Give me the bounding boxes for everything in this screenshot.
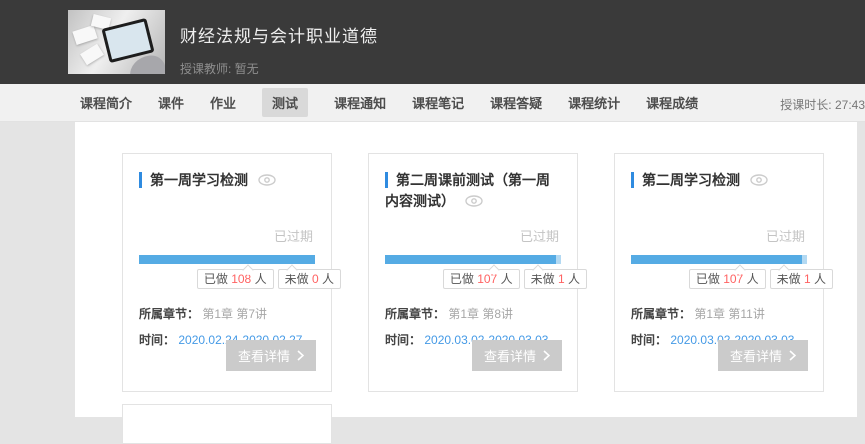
test-card: 第一周学习检测 已过期 已做 108 人 未做 0 人 所属章节： — [122, 153, 332, 392]
test-title: 第二周学习检测 — [631, 172, 740, 188]
progress-bar — [631, 255, 807, 264]
time-label: 时间： — [385, 333, 421, 347]
done-unit: 人 — [255, 272, 267, 286]
tab-statistics[interactable]: 课程统计 — [568, 93, 620, 112]
done-count-tooltip: 已做 108 人 — [197, 269, 274, 289]
teaching-duration: 授课时长: 27:43 — [780, 96, 865, 113]
eye-icon[interactable] — [465, 192, 483, 213]
undone-label: 未做 — [531, 272, 555, 286]
undone-count-tooltip: 未做 1 人 — [770, 269, 833, 289]
eye-icon[interactable] — [750, 171, 768, 192]
undone-count: 1 — [804, 272, 811, 286]
tooltip-row: 已做 107 人 未做 1 人 — [631, 269, 807, 291]
tab-homework[interactable]: 作业 — [210, 93, 236, 112]
done-label: 已做 — [450, 272, 474, 286]
tab-notices[interactable]: 课程通知 — [334, 93, 386, 112]
paper-shape — [72, 25, 97, 45]
chapter-label: 所属章节： — [139, 307, 199, 321]
progress-bar — [139, 255, 315, 264]
undone-count-tooltip: 未做 1 人 — [524, 269, 587, 289]
tooltip-row: 已做 107 人 未做 1 人 — [385, 269, 561, 291]
done-unit: 人 — [501, 272, 513, 286]
view-details-button[interactable]: 查看详情 — [226, 340, 316, 371]
chevron-right-icon — [789, 350, 796, 361]
test-card-partial — [122, 404, 332, 444]
done-count-tooltip: 已做 107 人 — [689, 269, 766, 289]
undone-label: 未做 — [285, 272, 309, 286]
tab-list: 课程简介 课件 作业 测试 课程通知 课程笔记 课程答疑 课程统计 课程成绩 — [0, 88, 698, 117]
chapter-label: 所属章节： — [385, 307, 445, 321]
undone-count-tooltip: 未做 0 人 — [278, 269, 341, 289]
view-details-label: 查看详情 — [484, 346, 536, 365]
status-expired: 已过期 — [139, 226, 315, 244]
course-nav: 课程简介 课件 作业 测试 课程通知 课程笔记 课程答疑 课程统计 课程成绩 授… — [0, 84, 865, 122]
tab-course-intro[interactable]: 课程简介 — [80, 93, 132, 112]
chapter-value: 第1章 第8讲 — [448, 307, 513, 321]
undone-unit: 人 — [568, 272, 580, 286]
undone-label: 未做 — [777, 272, 801, 286]
done-label: 已做 — [696, 272, 720, 286]
progress-done — [631, 255, 802, 264]
eye-icon[interactable] — [258, 171, 276, 192]
progress-done — [385, 255, 556, 264]
view-details-button[interactable]: 查看详情 — [472, 340, 562, 371]
undone-unit: 人 — [322, 272, 334, 286]
course-thumbnail — [68, 10, 165, 74]
course-title: 财经法规与会计职业道德 — [180, 22, 378, 47]
tests-panel: 第一周学习检测 已过期 已做 108 人 未做 0 人 所属章节： — [75, 122, 857, 417]
paper-shape — [80, 44, 104, 66]
undone-count: 0 — [312, 272, 319, 286]
course-header: 财经法规与会计职业道德 授课教师: 暂无 — [0, 0, 865, 84]
chapter-label: 所属章节： — [631, 307, 691, 321]
time-label: 时间： — [139, 333, 175, 347]
view-details-label: 查看详情 — [730, 346, 782, 365]
done-count-tooltip: 已做 107 人 — [443, 269, 520, 289]
test-card: 第二周课前测试（第一周内容测试） 已过期 已做 107 人 未做 1 人 — [368, 153, 578, 392]
course-teacher: 授课教师: 暂无 — [180, 60, 378, 77]
tab-qa[interactable]: 课程答疑 — [490, 93, 542, 112]
done-label: 已做 — [204, 272, 228, 286]
chevron-right-icon — [297, 350, 304, 361]
chapter-value: 第1章 第7讲 — [202, 307, 267, 321]
tab-notes[interactable]: 课程笔记 — [412, 93, 464, 112]
tab-tests[interactable]: 测试 — [262, 88, 308, 117]
status-expired: 已过期 — [631, 226, 807, 244]
progress-done — [139, 255, 315, 264]
undone-count: 1 — [558, 272, 565, 286]
tab-grades[interactable]: 课程成绩 — [646, 93, 698, 112]
chevron-right-icon — [543, 350, 550, 361]
chapter-value: 第1章 第11讲 — [694, 307, 764, 321]
tooltip-row: 已做 108 人 未做 0 人 — [139, 269, 315, 291]
status-expired: 已过期 — [385, 226, 561, 244]
progress-bar — [385, 255, 561, 264]
test-card: 第二周学习检测 已过期 已做 107 人 未做 1 人 所属章节： — [614, 153, 824, 392]
view-details-label: 查看详情 — [238, 346, 290, 365]
view-details-button[interactable]: 查看详情 — [718, 340, 808, 371]
test-title: 第一周学习检测 — [139, 172, 248, 188]
time-label: 时间： — [631, 333, 667, 347]
undone-unit: 人 — [814, 272, 826, 286]
tab-courseware[interactable]: 课件 — [158, 93, 184, 112]
done-unit: 人 — [747, 272, 759, 286]
